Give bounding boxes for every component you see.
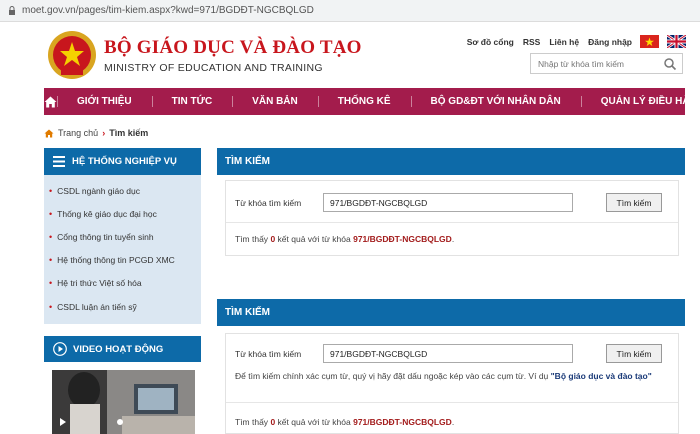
sidebar-item-label: Hệ thống thông tin PCGD XMC [57, 255, 175, 266]
bullet-icon: • [49, 301, 53, 312]
result-keyword: 971/BGDĐT-NGCBQLGD [353, 234, 452, 244]
keyword-input-2[interactable] [323, 344, 573, 363]
national-emblem-icon[interactable] [47, 30, 97, 80]
result-middle: kết quả với từ khóa [277, 234, 351, 244]
search-hint: Để tìm kiếm chính xác cụm từ, quý vị hãy… [235, 371, 652, 381]
main-nav: GIỚI THIỆU TIN TỨC VĂN BẢN THỐNG KÊ BỘ G… [44, 88, 700, 115]
video-section-title-text: VIDEO HOẠT ĐỘNG [73, 343, 164, 355]
search-result-2: Tìm thấy 0 kết quả với từ khóa 971/BGDĐT… [235, 417, 454, 427]
result-prefix: Tìm thấy [235, 417, 269, 427]
link-contact[interactable]: Liên hệ [549, 37, 579, 47]
site-header: BỘ GIÁO DỤC VÀ ĐÀO TẠO MINISTRY OF EDUCA… [0, 22, 700, 88]
uk-flag-icon[interactable] [667, 35, 686, 48]
video-frame-image [52, 370, 195, 434]
sidebar-item[interactable]: • Thống kê giáo dục đại học [44, 202, 201, 225]
sidebar-item-label: CSDL luận án tiến sỹ [57, 301, 137, 312]
keyword-label: Từ khóa tìm kiếm [235, 197, 302, 208]
sidebar-item[interactable]: • CSDL ngành giáo dục [44, 179, 201, 202]
sidebar-item-label: Hệ tri thức Việt số hóa [57, 278, 142, 289]
hint-example: "Bộ giáo dục và đào tạo" [550, 371, 652, 381]
bullet-icon: • [49, 231, 53, 242]
lock-icon [9, 6, 15, 15]
header-search-input[interactable] [531, 58, 661, 69]
link-rss[interactable]: RSS [523, 37, 540, 47]
sidebar: HỆ THỐNG NGHIỆP VỤ • CSDL ngành giáo dục … [44, 148, 201, 325]
keyword-input-1[interactable] [323, 193, 573, 212]
home-icon [44, 129, 54, 137]
nav-item-gioi-thieu[interactable]: GIỚI THIỆU [57, 88, 152, 115]
breadcrumb-separator: › [102, 128, 106, 138]
divider [226, 222, 678, 223]
search-result-1: Tìm thấy 0 kết quả với từ khóa 971/BGDĐT… [235, 234, 454, 244]
result-middle: kết quả với từ khóa [277, 417, 351, 427]
search-icon[interactable] [663, 57, 677, 71]
header-search [530, 53, 683, 74]
sidebar-list: • CSDL ngành giáo dục • Thống kê giáo dục … [44, 175, 201, 325]
sidebar-item-label: CSDL ngành giáo dục [57, 185, 141, 196]
breadcrumb: Trang chủ › Tìm kiếm [44, 128, 148, 138]
search-row-1: Từ khóa tìm kiếm [235, 193, 573, 212]
search-panel-1-title: TÌM KIẾM [217, 148, 685, 175]
result-keyword: 971/BGDĐT-NGCBQLGD [353, 417, 452, 427]
list-icon [53, 156, 65, 167]
home-icon [44, 96, 57, 107]
result-count: 0 [270, 234, 276, 244]
vietnam-flag-icon[interactable] [640, 35, 659, 48]
sidebar-item-label: Thống kê giáo dục đại học [57, 208, 157, 219]
search-panel-1: Từ khóa tìm kiếm Tìm kiếm Tìm thấy 0 kết… [225, 180, 679, 256]
bullet-icon: • [49, 278, 53, 289]
search-row-2: Từ khóa tìm kiếm [235, 344, 573, 363]
breadcrumb-home[interactable]: Trang chủ [58, 128, 98, 138]
divider [226, 402, 678, 403]
breadcrumb-current: Tìm kiếm [109, 128, 149, 138]
browser-url-bar[interactable]: moet.gov.vn/pages/tim-kiem.aspx?kwd=971/… [0, 0, 700, 22]
sidebar-title: HỆ THỐNG NGHIỆP VỤ [44, 148, 201, 175]
sidebar-item[interactable]: • Hệ thống thông tin PCGD XMC [44, 249, 201, 272]
search-panel-2-title: TÌM KIẾM [217, 299, 685, 326]
site-title[interactable]: BỘ GIÁO DỤC VÀ ĐÀO TẠO [104, 37, 362, 59]
sidebar-item-label: Cổng thông tin tuyển sinh [57, 231, 154, 242]
bullet-icon: • [49, 208, 53, 219]
result-suffix: . [451, 417, 455, 427]
search-button-1[interactable]: Tìm kiếm [606, 193, 662, 212]
keyword-label: Từ khóa tìm kiếm [235, 348, 302, 359]
bullet-icon: • [49, 255, 53, 266]
nav-item-tin-tuc[interactable]: TIN TỨC [151, 88, 233, 115]
nav-item-thong-ke[interactable]: THỐNG KÊ [317, 88, 411, 115]
link-sitemap[interactable]: Sơ đồ cổng [467, 37, 514, 47]
nav-item-quan-ly-dieu-hanh[interactable]: QUẢN LÝ ĐIỀU HÀNH [580, 88, 700, 115]
bullet-icon: • [49, 185, 53, 196]
top-links: Sơ đồ cổng RSS Liên hệ Đăng nhập [458, 35, 686, 48]
result-count: 0 [270, 417, 276, 427]
video-section-title: VIDEO HOẠT ĐỘNG [44, 336, 201, 362]
result-suffix: . [451, 234, 455, 244]
hint-text: Để tìm kiếm chính xác cụm từ, quý vị hãy… [235, 371, 549, 381]
search-button-2[interactable]: Tìm kiếm [606, 344, 662, 363]
sidebar-title-text: HỆ THỐNG NGHIỆP VỤ [72, 156, 177, 167]
play-circle-icon [53, 342, 67, 356]
sidebar-item[interactable]: • Cổng thông tin tuyển sinh [44, 225, 201, 248]
site-subtitle: MINISTRY OF EDUCATION AND TRAINING [104, 62, 323, 74]
sidebar-item[interactable]: • CSDL luận án tiến sỹ [44, 295, 201, 318]
link-login[interactable]: Đăng nhập [588, 37, 632, 47]
search-panel-2: Từ khóa tìm kiếm Tìm kiếm Để tìm kiếm ch… [225, 333, 679, 434]
nav-item-van-ban[interactable]: VĂN BẢN [232, 88, 318, 115]
browser-url: moet.gov.vn/pages/tim-kiem.aspx?kwd=971/… [22, 5, 314, 16]
nav-home[interactable] [44, 88, 57, 115]
sidebar-item[interactable]: • Hệ tri thức Việt số hóa [44, 272, 201, 295]
result-prefix: Tìm thấy [235, 234, 269, 244]
video-thumbnail[interactable] [52, 370, 195, 434]
nav-item-bo-gddt-voi-nhan-dan[interactable]: BỘ GD&ĐT VỚI NHÂN DÂN [410, 88, 581, 115]
